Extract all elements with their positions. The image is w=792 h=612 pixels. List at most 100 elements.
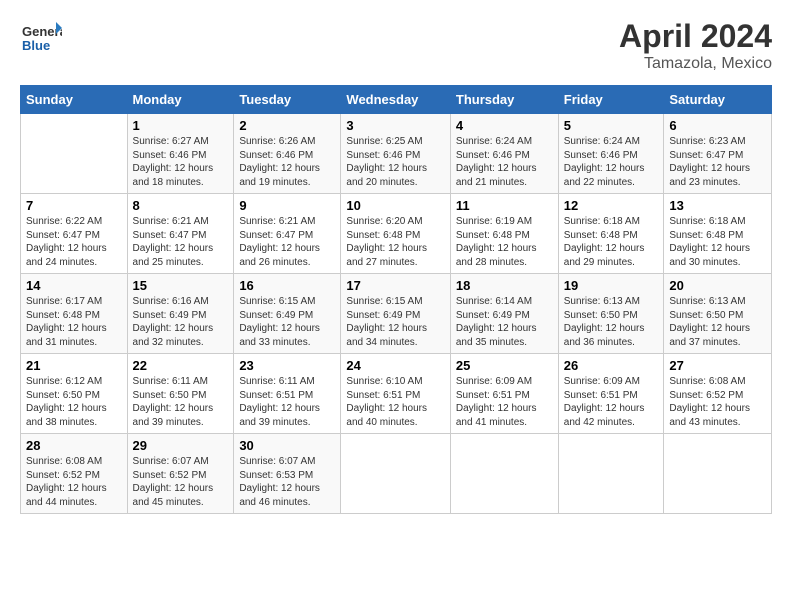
- day-number: 26: [564, 358, 659, 373]
- table-row: 5 Sunrise: 6:24 AMSunset: 6:46 PMDayligh…: [558, 114, 664, 194]
- title-block: April 2024 Tamazola, Mexico: [619, 18, 772, 73]
- day-number: 25: [456, 358, 553, 373]
- calendar-title: April 2024: [619, 18, 772, 55]
- table-row: [450, 434, 558, 514]
- day-info: Sunrise: 6:18 AMSunset: 6:48 PMDaylight:…: [564, 216, 645, 268]
- table-row: [21, 114, 128, 194]
- day-number: 14: [26, 278, 122, 293]
- table-row: 10 Sunrise: 6:20 AMSunset: 6:48 PMDaylig…: [341, 194, 450, 274]
- day-info: Sunrise: 6:09 AMSunset: 6:51 PMDaylight:…: [456, 376, 537, 428]
- day-number: 1: [133, 118, 229, 133]
- table-row: 3 Sunrise: 6:25 AMSunset: 6:46 PMDayligh…: [341, 114, 450, 194]
- table-row: 25 Sunrise: 6:09 AMSunset: 6:51 PMDaylig…: [450, 354, 558, 434]
- day-number: 15: [133, 278, 229, 293]
- header-thursday: Thursday: [450, 86, 558, 114]
- header-tuesday: Tuesday: [234, 86, 341, 114]
- day-number: 22: [133, 358, 229, 373]
- calendar-week-row: 28 Sunrise: 6:08 AMSunset: 6:52 PMDaylig…: [21, 434, 772, 514]
- day-info: Sunrise: 6:12 AMSunset: 6:50 PMDaylight:…: [26, 376, 107, 428]
- table-row: 14 Sunrise: 6:17 AMSunset: 6:48 PMDaylig…: [21, 274, 128, 354]
- table-row: 22 Sunrise: 6:11 AMSunset: 6:50 PMDaylig…: [127, 354, 234, 434]
- table-row: 24 Sunrise: 6:10 AMSunset: 6:51 PMDaylig…: [341, 354, 450, 434]
- header-saturday: Saturday: [664, 86, 772, 114]
- day-info: Sunrise: 6:13 AMSunset: 6:50 PMDaylight:…: [564, 296, 645, 348]
- header-friday: Friday: [558, 86, 664, 114]
- day-info: Sunrise: 6:23 AMSunset: 6:47 PMDaylight:…: [669, 136, 750, 188]
- day-number: 29: [133, 438, 229, 453]
- table-row: 16 Sunrise: 6:15 AMSunset: 6:49 PMDaylig…: [234, 274, 341, 354]
- day-number: 4: [456, 118, 553, 133]
- calendar-week-row: 14 Sunrise: 6:17 AMSunset: 6:48 PMDaylig…: [21, 274, 772, 354]
- day-number: 24: [346, 358, 444, 373]
- day-info: Sunrise: 6:20 AMSunset: 6:48 PMDaylight:…: [346, 216, 427, 268]
- day-number: 27: [669, 358, 766, 373]
- table-row: 21 Sunrise: 6:12 AMSunset: 6:50 PMDaylig…: [21, 354, 128, 434]
- table-row: 29 Sunrise: 6:07 AMSunset: 6:52 PMDaylig…: [127, 434, 234, 514]
- table-row: 13 Sunrise: 6:18 AMSunset: 6:48 PMDaylig…: [664, 194, 772, 274]
- day-number: 28: [26, 438, 122, 453]
- day-number: 19: [564, 278, 659, 293]
- day-number: 23: [239, 358, 335, 373]
- svg-text:Blue: Blue: [22, 38, 50, 53]
- page: General Blue April 2024 Tamazola, Mexico…: [0, 0, 792, 524]
- day-info: Sunrise: 6:27 AMSunset: 6:46 PMDaylight:…: [133, 136, 214, 188]
- table-row: [664, 434, 772, 514]
- day-number: 2: [239, 118, 335, 133]
- day-number: 6: [669, 118, 766, 133]
- table-row: 30 Sunrise: 6:07 AMSunset: 6:53 PMDaylig…: [234, 434, 341, 514]
- day-info: Sunrise: 6:19 AMSunset: 6:48 PMDaylight:…: [456, 216, 537, 268]
- calendar-week-row: 1 Sunrise: 6:27 AMSunset: 6:46 PMDayligh…: [21, 114, 772, 194]
- day-number: 20: [669, 278, 766, 293]
- table-row: 18 Sunrise: 6:14 AMSunset: 6:49 PMDaylig…: [450, 274, 558, 354]
- day-info: Sunrise: 6:18 AMSunset: 6:48 PMDaylight:…: [669, 216, 750, 268]
- day-info: Sunrise: 6:15 AMSunset: 6:49 PMDaylight:…: [346, 296, 427, 348]
- day-info: Sunrise: 6:08 AMSunset: 6:52 PMDaylight:…: [669, 376, 750, 428]
- day-number: 3: [346, 118, 444, 133]
- table-row: 8 Sunrise: 6:21 AMSunset: 6:47 PMDayligh…: [127, 194, 234, 274]
- table-row: 15 Sunrise: 6:16 AMSunset: 6:49 PMDaylig…: [127, 274, 234, 354]
- day-number: 12: [564, 198, 659, 213]
- table-row: 12 Sunrise: 6:18 AMSunset: 6:48 PMDaylig…: [558, 194, 664, 274]
- day-info: Sunrise: 6:13 AMSunset: 6:50 PMDaylight:…: [669, 296, 750, 348]
- calendar-subtitle: Tamazola, Mexico: [619, 55, 772, 73]
- table-row: 19 Sunrise: 6:13 AMSunset: 6:50 PMDaylig…: [558, 274, 664, 354]
- calendar-body: 1 Sunrise: 6:27 AMSunset: 6:46 PMDayligh…: [21, 114, 772, 514]
- day-info: Sunrise: 6:07 AMSunset: 6:53 PMDaylight:…: [239, 456, 320, 508]
- day-info: Sunrise: 6:24 AMSunset: 6:46 PMDaylight:…: [564, 136, 645, 188]
- header-sunday: Sunday: [21, 86, 128, 114]
- day-info: Sunrise: 6:14 AMSunset: 6:49 PMDaylight:…: [456, 296, 537, 348]
- day-info: Sunrise: 6:16 AMSunset: 6:49 PMDaylight:…: [133, 296, 214, 348]
- day-info: Sunrise: 6:07 AMSunset: 6:52 PMDaylight:…: [133, 456, 214, 508]
- header-wednesday: Wednesday: [341, 86, 450, 114]
- table-row: 9 Sunrise: 6:21 AMSunset: 6:47 PMDayligh…: [234, 194, 341, 274]
- table-row: 27 Sunrise: 6:08 AMSunset: 6:52 PMDaylig…: [664, 354, 772, 434]
- table-row: 28 Sunrise: 6:08 AMSunset: 6:52 PMDaylig…: [21, 434, 128, 514]
- day-info: Sunrise: 6:11 AMSunset: 6:51 PMDaylight:…: [239, 376, 320, 428]
- table-row: [341, 434, 450, 514]
- day-info: Sunrise: 6:24 AMSunset: 6:46 PMDaylight:…: [456, 136, 537, 188]
- day-number: 30: [239, 438, 335, 453]
- calendar-header-row: Sunday Monday Tuesday Wednesday Thursday…: [21, 86, 772, 114]
- day-info: Sunrise: 6:11 AMSunset: 6:50 PMDaylight:…: [133, 376, 214, 428]
- calendar-week-row: 7 Sunrise: 6:22 AMSunset: 6:47 PMDayligh…: [21, 194, 772, 274]
- day-number: 9: [239, 198, 335, 213]
- day-info: Sunrise: 6:21 AMSunset: 6:47 PMDaylight:…: [239, 216, 320, 268]
- day-number: 16: [239, 278, 335, 293]
- day-number: 13: [669, 198, 766, 213]
- day-info: Sunrise: 6:26 AMSunset: 6:46 PMDaylight:…: [239, 136, 320, 188]
- table-row: 26 Sunrise: 6:09 AMSunset: 6:51 PMDaylig…: [558, 354, 664, 434]
- day-info: Sunrise: 6:15 AMSunset: 6:49 PMDaylight:…: [239, 296, 320, 348]
- table-row: 2 Sunrise: 6:26 AMSunset: 6:46 PMDayligh…: [234, 114, 341, 194]
- table-row: 6 Sunrise: 6:23 AMSunset: 6:47 PMDayligh…: [664, 114, 772, 194]
- day-number: 11: [456, 198, 553, 213]
- table-row: 4 Sunrise: 6:24 AMSunset: 6:46 PMDayligh…: [450, 114, 558, 194]
- day-number: 7: [26, 198, 122, 213]
- day-info: Sunrise: 6:25 AMSunset: 6:46 PMDaylight:…: [346, 136, 427, 188]
- table-row: 1 Sunrise: 6:27 AMSunset: 6:46 PMDayligh…: [127, 114, 234, 194]
- day-number: 17: [346, 278, 444, 293]
- table-row: 17 Sunrise: 6:15 AMSunset: 6:49 PMDaylig…: [341, 274, 450, 354]
- table-row: [558, 434, 664, 514]
- day-info: Sunrise: 6:08 AMSunset: 6:52 PMDaylight:…: [26, 456, 107, 508]
- day-number: 10: [346, 198, 444, 213]
- header-monday: Monday: [127, 86, 234, 114]
